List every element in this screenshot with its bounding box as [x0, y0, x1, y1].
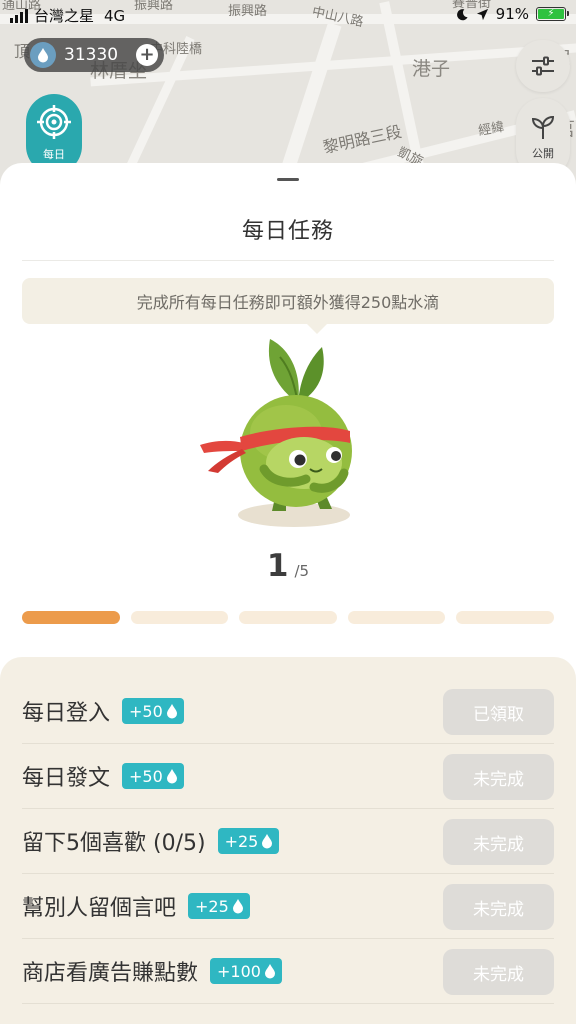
task-list: 每日登入 +50 已領取 每日發文 +50 未完成 留下5個喜歡 (0/5) +… [0, 657, 576, 1024]
task-row: 留下5個喜歡 (0/5) +25 未完成 [22, 809, 554, 874]
water-drop-icon [262, 834, 273, 849]
reward-amount: +50 [129, 766, 163, 786]
task-status-button[interactable]: 未完成 [443, 754, 554, 800]
points-balance[interactable]: 31330 + [24, 38, 164, 72]
status-bar: 台灣之星 4G 91% ⚡ [0, 0, 576, 30]
battery-icon: ⚡ [536, 7, 569, 21]
progress-total: /5 [294, 562, 310, 580]
water-drop-icon [166, 769, 177, 784]
progress-segment [130, 611, 229, 624]
reward-badge: +50 [122, 698, 184, 724]
reward-amount: +25 [195, 896, 229, 916]
progress-counter: 1/5 [0, 548, 576, 584]
water-drop-icon [232, 899, 243, 914]
task-status-button[interactable]: 已領取 [443, 689, 554, 735]
reward-amount: +25 [224, 831, 259, 851]
progress-current: 1 [266, 548, 289, 584]
filter-button[interactable] [516, 40, 570, 92]
task-row: 每日登入 +50 已領取 [22, 679, 554, 744]
carrier-name: 台灣之星 [34, 7, 95, 25]
points-value: 31330 [64, 45, 119, 65]
task-status-button[interactable]: 未完成 [443, 819, 554, 865]
progress-segment [22, 611, 120, 624]
progress-segment [456, 611, 554, 624]
divider [22, 260, 554, 261]
cellular-signal-icon [10, 8, 28, 23]
location-arrow-icon [476, 8, 488, 20]
sprout-icon [531, 115, 555, 139]
progress-segment [347, 611, 446, 624]
task-row: 幫別人留個言吧 +25 未完成 [22, 874, 554, 939]
reward-badge: +100 [210, 958, 282, 984]
reward-badge: +50 [122, 763, 184, 789]
network-type: 4G [104, 6, 126, 25]
sprout-mascot-illustration [200, 339, 352, 527]
reward-badge: +25 [188, 893, 250, 919]
public-label: 公開 [532, 147, 554, 160]
task-name: 留下5個喜歡 (0/5) [22, 831, 206, 856]
bonus-hint-text: 完成所有每日任務即可額外獲得250點水滴 [136, 293, 440, 312]
task-name: 幫別人留個言吧 [22, 896, 177, 921]
task-name: 每日發文 [22, 766, 111, 791]
daily-tasks-label: 每日 [43, 148, 65, 161]
sliders-icon [532, 56, 554, 76]
moon-icon [456, 8, 468, 20]
task-status-button[interactable]: 未完成 [443, 949, 554, 995]
daily-tasks-sheet: 每日任務 完成所有每日任務即可額外獲得250點水滴 1/5 每日登入 +50 已… [0, 163, 576, 1024]
task-name: 商店看廣告賺點數 [22, 961, 199, 986]
progress-bar [22, 611, 554, 624]
task-name: 每日登入 [22, 701, 111, 726]
sheet-drag-handle[interactable] [277, 178, 299, 181]
task-status-button[interactable]: 未完成 [443, 884, 554, 930]
progress-segment [239, 611, 337, 624]
target-icon [37, 105, 71, 139]
bonus-hint-bubble: 完成所有每日任務即可額外獲得250點水滴 [22, 278, 554, 334]
task-row: 商店看廣告賺點數 +100 未完成 [22, 939, 554, 1004]
reward-amount: +100 [217, 961, 261, 981]
plus-icon[interactable]: + [136, 44, 158, 66]
battery-percent: 91% [495, 5, 529, 23]
map-label: 港子 [412, 58, 451, 80]
water-drop-icon [264, 964, 275, 979]
reward-badge: +25 [217, 828, 280, 854]
map-label: 黎明路三段 [321, 121, 404, 158]
water-drop-icon [30, 42, 56, 68]
sheet-title: 每日任務 [241, 219, 334, 244]
reward-amount: +50 [129, 701, 163, 721]
water-drop-icon [166, 704, 177, 719]
task-row: 每日發文 +50 未完成 [22, 744, 554, 809]
daily-tasks-button[interactable]: 每日 [26, 94, 82, 174]
